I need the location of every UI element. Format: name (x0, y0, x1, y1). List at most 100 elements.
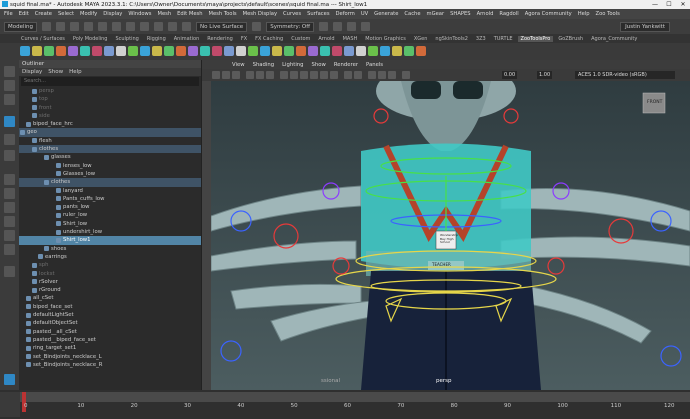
depth-of-field-icon[interactable] (388, 71, 396, 79)
shelf-tool-icon[interactable] (236, 46, 246, 56)
outliner-item[interactable]: glasses (19, 153, 201, 161)
outliner-item[interactable]: earrings (19, 253, 201, 261)
viewport-3d[interactable]: FRONT Wonderstrip Bay High School TEACHE… (211, 81, 690, 390)
outliner-item[interactable]: clothes (19, 145, 201, 154)
shelf-tool-icon[interactable] (284, 46, 294, 56)
menu-edit-mesh[interactable]: Edit Mesh (177, 11, 202, 17)
shelf-tool-icon[interactable] (380, 46, 390, 56)
outliner-menu-show[interactable]: Show (48, 68, 63, 76)
outliner-item[interactable]: pasted__biped_face_set (19, 336, 201, 344)
outliner-item[interactable]: shoes (19, 245, 201, 253)
antialiasing-icon[interactable] (378, 71, 386, 79)
outliner-item[interactable]: rGround (19, 286, 201, 294)
outliner-item[interactable]: geo (19, 128, 201, 137)
shelf-tool-icon[interactable] (272, 46, 282, 56)
shelf-tool-icon[interactable] (116, 46, 126, 56)
side-by-side-layout-icon[interactable] (4, 202, 15, 213)
shelf-tool-icon[interactable] (356, 46, 366, 56)
shelf-tab-custom[interactable]: Custom (288, 36, 313, 42)
smooth-shade-icon[interactable] (290, 71, 298, 79)
timeline-track[interactable] (20, 392, 690, 402)
outliner-item[interactable]: all_cSet (19, 294, 201, 302)
shelf-tab-turtle[interactable]: TURTLE (491, 36, 516, 42)
outliner-item[interactable]: sph (19, 261, 201, 269)
outliner-item[interactable]: flesh (19, 137, 201, 145)
shelf-tool-icon[interactable] (308, 46, 318, 56)
shelf-tab-fx-caching[interactable]: FX Caching (252, 36, 286, 42)
menu-ragdoll[interactable]: Ragdoll (499, 11, 518, 17)
exposure-field[interactable]: 0.00 (502, 71, 518, 79)
outliner-layout-icon[interactable] (4, 244, 15, 255)
outliner-item[interactable]: ruler_low (19, 211, 201, 219)
outliner-item[interactable]: lockst (19, 270, 201, 278)
menu-mesh-tools[interactable]: Mesh Tools (209, 11, 237, 17)
shelf-tab-agora-community[interactable]: Agora_Community (588, 36, 640, 42)
camera-attributes-icon[interactable] (212, 71, 220, 79)
custom-layout-icon[interactable] (4, 266, 15, 277)
menu-arnold[interactable]: Arnold (477, 11, 494, 17)
select-hierarchy-icon[interactable] (112, 22, 122, 31)
menu-set-dropdown[interactable]: Modeling (4, 21, 38, 32)
new-scene-icon[interactable] (42, 22, 52, 31)
minimize-button[interactable]: — (648, 1, 662, 8)
outliner-item[interactable]: persp (19, 87, 201, 95)
outliner-search-input[interactable]: Search... (21, 77, 199, 86)
open-scene-icon[interactable] (56, 22, 66, 31)
undo-icon[interactable] (84, 22, 94, 31)
shelf-tab-rendering[interactable]: Rendering (204, 36, 236, 42)
bookmark-icon[interactable] (232, 71, 240, 79)
menu-agora-community[interactable]: Agora Community (525, 11, 572, 17)
colorspace-dropdown[interactable]: ACES 1.0 SDR-video (sRGB) (575, 71, 675, 79)
ipr-render-icon[interactable] (333, 22, 343, 31)
shelf-tab-fx[interactable]: FX (238, 36, 250, 42)
time-slider[interactable]: 0 10 20 30 40 50 60 70 80 90 100 110 120 (0, 390, 690, 419)
shelf-tool-icon[interactable] (260, 46, 270, 56)
xray-icon[interactable] (344, 71, 352, 79)
outliner-item[interactable]: Shirt_low1 (19, 236, 201, 245)
save-scene-icon[interactable] (70, 22, 80, 31)
construction-history-icon[interactable] (252, 22, 262, 31)
shelf-tab-poly-modeling[interactable]: Poly Modeling (70, 36, 111, 42)
shelf-tool-icon[interactable] (164, 46, 174, 56)
menu-shapes[interactable]: SHAPES (450, 11, 470, 17)
select-component-icon[interactable] (140, 22, 150, 31)
four-view-layout-icon[interactable] (4, 188, 15, 199)
live-surface-field[interactable]: No Live Surface (196, 21, 248, 32)
shelf-tool-icon[interactable] (32, 46, 42, 56)
outliner-item[interactable]: Shirt_low (19, 220, 201, 228)
resolution-gate-icon[interactable] (266, 71, 274, 79)
viewport-menu-shading[interactable]: Shading (253, 62, 275, 68)
shelf-tool-icon[interactable] (56, 46, 66, 56)
menu-windows[interactable]: Windows (128, 11, 151, 17)
outliner-item[interactable]: clothes (19, 178, 201, 187)
maya-m-icon[interactable] (4, 374, 15, 385)
shelf-tool-icon[interactable] (152, 46, 162, 56)
user-account-dropdown[interactable]: Justin Yankwitt (620, 21, 670, 32)
snap-point-icon[interactable] (182, 22, 192, 31)
menu-create[interactable]: Create (35, 11, 52, 17)
outliner-item[interactable]: Pants_cuffs_low (19, 195, 201, 203)
shelf-tool-icon[interactable] (104, 46, 114, 56)
shelf-tab-arnold[interactable]: Arnold (315, 36, 337, 42)
grid-toggle-icon[interactable] (246, 71, 254, 79)
shelf-tool-icon[interactable] (80, 46, 90, 56)
outliner-item[interactable]: lenses_low (19, 162, 201, 170)
shelf-tab-ngskintools2[interactable]: ngSkinTools2 (432, 36, 470, 42)
shelf-tool-icon[interactable] (320, 46, 330, 56)
lasso-tool-icon[interactable] (4, 80, 15, 91)
gamma-field[interactable]: 1.00 (537, 71, 553, 79)
outliner-item[interactable]: rSolver (19, 278, 201, 286)
shelf-tab-animation[interactable]: Animation (171, 36, 203, 42)
outliner-item[interactable]: biped_face_hrc (19, 120, 201, 128)
menu-select[interactable]: Select (58, 11, 74, 17)
snap-curve-icon[interactable] (168, 22, 178, 31)
shelf-tool-icon[interactable] (188, 46, 198, 56)
outliner-menu-help[interactable]: Help (69, 68, 82, 76)
menu-mesh-display[interactable]: Mesh Display (243, 11, 277, 17)
menu-surfaces[interactable]: Surfaces (307, 11, 329, 17)
maximize-button[interactable]: ☐ (662, 1, 676, 8)
menu-generate[interactable]: Generate (374, 11, 398, 17)
shelf-tool-icon[interactable] (248, 46, 258, 56)
menu-uv[interactable]: UV (361, 11, 368, 17)
textured-icon[interactable] (310, 71, 318, 79)
